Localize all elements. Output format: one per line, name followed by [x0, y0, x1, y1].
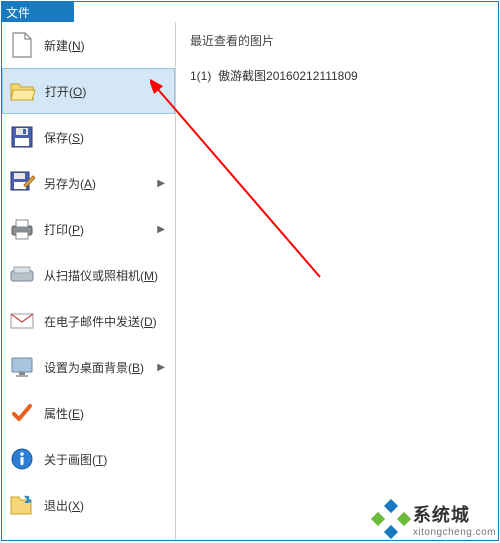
- menu-item-email[interactable]: 在电子邮件中发送(D): [2, 298, 175, 344]
- recent-name: 傲游截图20160212111809: [218, 69, 358, 83]
- checkmark-icon: [8, 399, 36, 427]
- file-tab-label: 文件: [6, 4, 30, 21]
- menu-item-about[interactable]: 关于画图(T): [2, 436, 175, 482]
- menu-item-save[interactable]: 保存(S): [2, 114, 175, 160]
- info-icon: [8, 445, 36, 473]
- menu-label: 打开(O): [45, 83, 168, 100]
- recent-header: 最近查看的图片: [190, 32, 484, 49]
- menu-item-properties[interactable]: 属性(E): [2, 390, 175, 436]
- menu-label: 另存为(A): [44, 175, 157, 192]
- menu-item-print[interactable]: 打印(P) ▶: [2, 206, 175, 252]
- menu-label: 在电子邮件中发送(D): [44, 313, 169, 330]
- file-menu-sidebar: 新建(N) 打开(O): [2, 22, 176, 540]
- menu-item-new[interactable]: 新建(N): [2, 22, 175, 68]
- chevron-right-icon: ▶: [157, 178, 165, 189]
- watermark: 系统城 xitongcheng.com: [371, 499, 496, 539]
- watermark-url: xitongcheng.com: [413, 527, 496, 538]
- menu-label: 设置为桌面背景(B): [44, 359, 157, 376]
- recent-panel: 最近查看的图片 1(1) 傲游截图20160212111809: [176, 22, 498, 540]
- file-tab[interactable]: 文件: [2, 2, 74, 22]
- recent-index: 1(1): [190, 69, 211, 83]
- menu-label: 新建(N): [44, 37, 169, 54]
- save-icon: [8, 123, 36, 151]
- menu-label: 属性(E): [44, 405, 169, 422]
- menu-label: 打印(P): [44, 221, 157, 238]
- email-icon: [8, 307, 36, 335]
- menu-label: 保存(S): [44, 129, 169, 146]
- menu-label: 关于画图(T): [44, 451, 169, 468]
- chevron-right-icon: ▶: [157, 362, 165, 373]
- new-file-icon: [8, 31, 36, 59]
- open-folder-icon: [9, 77, 37, 105]
- menu-item-scanner[interactable]: 从扫描仪或照相机(M): [2, 252, 175, 298]
- watermark-title: 系统城: [413, 501, 496, 527]
- menu-item-save-as[interactable]: 另存为(A) ▶: [2, 160, 175, 206]
- menu-label: 从扫描仪或照相机(M): [44, 267, 169, 284]
- recent-file-item[interactable]: 1(1) 傲游截图20160212111809: [190, 63, 484, 88]
- menu-item-wallpaper[interactable]: 设置为桌面背景(B) ▶: [2, 344, 175, 390]
- scanner-icon: [8, 261, 36, 289]
- menu-label: 退出(X): [44, 497, 169, 514]
- menu-item-open[interactable]: 打开(O): [2, 68, 175, 114]
- exit-icon: [8, 491, 36, 519]
- watermark-logo-icon: [371, 499, 411, 539]
- desktop-icon: [8, 353, 36, 381]
- print-icon: [8, 215, 36, 243]
- chevron-right-icon: ▶: [157, 224, 165, 235]
- menu-item-exit[interactable]: 退出(X): [2, 482, 175, 528]
- save-as-icon: [8, 169, 36, 197]
